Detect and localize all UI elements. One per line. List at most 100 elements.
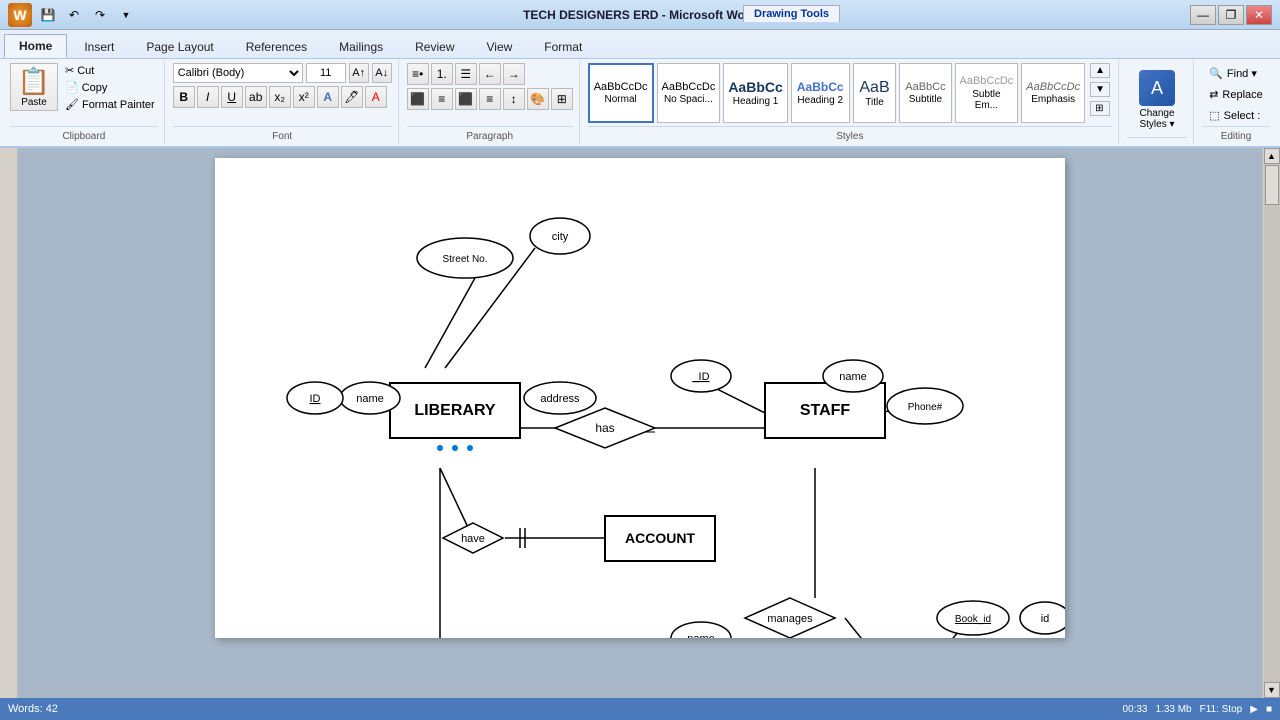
window-controls: — ❐ ✕	[1190, 5, 1272, 25]
shrink-font-button[interactable]: A↓	[372, 63, 392, 83]
style-subtle-em-preview: AaBbCcDc	[960, 75, 1014, 88]
tab-bar: Home Insert Page Layout References Maili…	[0, 30, 1280, 58]
vertical-scrollbar[interactable]: ▲ ▼	[1262, 148, 1280, 698]
scroll-down-button[interactable]: ▼	[1264, 682, 1280, 698]
style-subtle-em[interactable]: AaBbCcDc Subtle Em...	[955, 63, 1019, 123]
clipboard-group: 📋 Paste ✂ Cut 📄 Copy 🖌	[4, 61, 165, 144]
justify-button[interactable]: ≡	[479, 88, 501, 110]
change-styles-button[interactable]: A ChangeStyles ▾	[1127, 70, 1187, 130]
styles-scroll-up[interactable]: ▲	[1090, 63, 1110, 78]
drawing-tools-tab-label: Drawing Tools	[743, 5, 840, 22]
font-format-row: B I U ab x₂ x² A 🖊 A	[173, 86, 387, 108]
style-normal[interactable]: AaBbCcDc Normal	[588, 63, 654, 123]
tab-home[interactable]: Home	[4, 34, 67, 58]
multilevel-list-button[interactable]: ☰	[455, 63, 477, 85]
ribbon-content: 📋 Paste ✂ Cut 📄 Copy 🖌	[0, 58, 1280, 146]
underline-button[interactable]: U	[221, 86, 243, 108]
styles-more[interactable]: ⊞	[1090, 101, 1110, 116]
svg-text:Street No.: Street No.	[442, 254, 487, 265]
font-color-button[interactable]: A	[365, 86, 387, 108]
style-title[interactable]: AaB Title	[853, 63, 897, 123]
tab-page-layout[interactable]: Page Layout	[131, 35, 228, 58]
change-styles-content: A ChangeStyles ▾	[1127, 63, 1187, 137]
style-title-preview: AaB	[859, 78, 889, 97]
paragraph-group: ≡• 1. ☰ ← → ⬛ ≡ ⬛ ≡ ↕ 🎨 ⊞ Paragraph	[401, 61, 580, 144]
tab-view[interactable]: View	[472, 35, 528, 58]
numbering-button[interactable]: 1.	[431, 63, 453, 85]
style-emphasis[interactable]: AaBbCcDc Emphasis	[1021, 63, 1085, 123]
superscript-button[interactable]: x²	[293, 86, 315, 108]
highlight-button[interactable]: 🖊	[341, 86, 363, 108]
tab-insert[interactable]: Insert	[69, 35, 129, 58]
tab-review[interactable]: Review	[400, 35, 469, 58]
svg-text:ACCOUNT: ACCOUNT	[625, 530, 695, 546]
save-qat[interactable]: 💾	[38, 5, 58, 25]
font-name-row: Calibri (Body) A↑ A↓	[173, 63, 392, 83]
decrease-indent-button[interactable]: ←	[479, 63, 501, 85]
format-painter-label: Format Painter	[82, 99, 155, 111]
find-button[interactable]: 🔍 Find ▾	[1205, 65, 1261, 82]
font-name-select[interactable]: Calibri (Body)	[173, 63, 303, 83]
format-painter-button[interactable]: 🖌 Format Painter	[62, 97, 158, 112]
customize-qat[interactable]: ▼	[116, 5, 136, 25]
text-effects-button[interactable]: A	[317, 86, 339, 108]
style-heading2-label: Heading 2	[797, 95, 843, 106]
select-button[interactable]: ⬚ Select :	[1205, 107, 1264, 124]
style-subtitle-label: Subtitle	[909, 94, 942, 105]
styles-scroll-down[interactable]: ▼	[1090, 82, 1110, 97]
search-icon: 🔍	[1209, 67, 1223, 80]
align-left-button[interactable]: ⬛	[407, 88, 429, 110]
minimize-button[interactable]: —	[1190, 5, 1216, 25]
style-heading1[interactable]: AaBbCc Heading 1	[723, 63, 787, 123]
bold-button[interactable]: B	[173, 86, 195, 108]
replace-button[interactable]: ⇄ Replace	[1205, 86, 1267, 103]
grow-font-button[interactable]: A↑	[349, 63, 369, 83]
close-button[interactable]: ✕	[1246, 5, 1272, 25]
shading-button[interactable]: 🎨	[527, 88, 549, 110]
font-size-input[interactable]	[306, 63, 346, 83]
scroll-up-button[interactable]: ▲	[1264, 148, 1280, 164]
time-display: 00:33	[1122, 704, 1147, 715]
document-page: LIBERARY STAFF ACCOUNT MEMBERS	[215, 158, 1065, 638]
tab-format[interactable]: Format	[529, 35, 597, 58]
tab-mailings[interactable]: Mailings	[324, 35, 398, 58]
list-buttons-row: ≡• 1. ☰ ← →	[407, 63, 525, 85]
increase-indent-button[interactable]: →	[503, 63, 525, 85]
style-title-label: Title	[865, 97, 884, 108]
ruler-left	[0, 148, 18, 698]
align-buttons-row: ⬛ ≡ ⬛ ≡ ↕ 🎨 ⊞	[407, 88, 573, 110]
replace-icon: ⇄	[1209, 88, 1218, 101]
style-heading2[interactable]: AaBbCc Heading 2	[791, 63, 850, 123]
copy-button[interactable]: 📄 Copy	[62, 80, 158, 95]
erd-svg: LIBERARY STAFF ACCOUNT MEMBERS	[215, 158, 1065, 638]
scroll-thumb[interactable]	[1265, 165, 1279, 205]
font-label: Font	[173, 126, 392, 142]
undo-qat[interactable]: ↶	[64, 5, 84, 25]
redo-qat[interactable]: ↷	[90, 5, 110, 25]
tab-references[interactable]: References	[231, 35, 322, 58]
svg-text:LIBERARY: LIBERARY	[414, 402, 496, 419]
f11-shortcut: F11: Stop	[1200, 704, 1243, 715]
subscript-button[interactable]: x₂	[269, 86, 291, 108]
clipboard-label: Clipboard	[10, 126, 158, 142]
styles-group: AaBbCcDc Normal AaBbCcDc No Spaci... AaB…	[582, 61, 1119, 144]
align-center-button[interactable]: ≡	[431, 88, 453, 110]
line-spacing-button[interactable]: ↕	[503, 88, 525, 110]
style-no-spacing[interactable]: AaBbCcDc No Spaci...	[657, 63, 721, 123]
borders-button[interactable]: ⊞	[551, 88, 573, 110]
change-styles-group: A ChangeStyles ▾	[1121, 61, 1194, 144]
styles-scroll-buttons: ▲ ▼ ⊞	[1088, 63, 1112, 116]
strikethrough-button[interactable]: ab	[245, 86, 267, 108]
style-subtitle[interactable]: AaBbCc Subtitle	[899, 63, 951, 123]
scroll-track	[1264, 164, 1280, 682]
editing-content: 🔍 Find ▾ ⇄ Replace ⬚ Select :	[1205, 63, 1267, 126]
maximize-button[interactable]: ❐	[1218, 5, 1244, 25]
document-area: LIBERARY STAFF ACCOUNT MEMBERS	[0, 148, 1280, 698]
cut-button[interactable]: ✂ Cut	[62, 63, 158, 78]
align-right-button[interactable]: ⬛	[455, 88, 477, 110]
app-title: TECH DESIGNERS ERD - Microsoft Word	[523, 8, 757, 22]
bullets-button[interactable]: ≡•	[407, 63, 429, 85]
italic-button[interactable]: I	[197, 86, 219, 108]
paste-button[interactable]: 📋 Paste	[10, 63, 58, 111]
svg-text:id: id	[1041, 613, 1050, 625]
